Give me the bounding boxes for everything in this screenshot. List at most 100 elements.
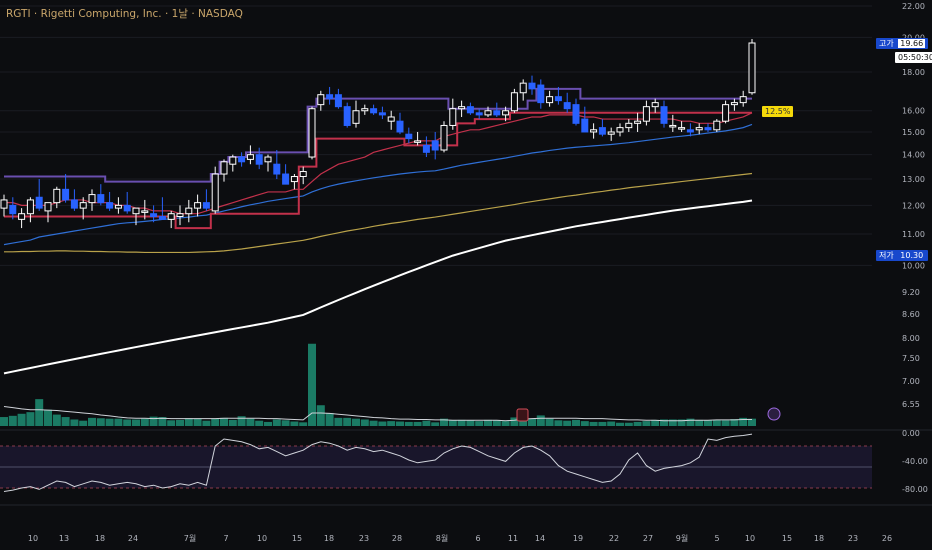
candle-body	[590, 129, 598, 133]
candle-body	[686, 129, 694, 133]
low-label: 저가	[879, 251, 894, 260]
volume-bar	[413, 421, 422, 426]
candlestick-chart[interactable]: 22.0020.0018.0016.0015.0014.0013.0012.00…	[0, 0, 932, 550]
volume-bar	[149, 416, 158, 426]
volume-bar	[642, 421, 651, 426]
candle-body	[114, 204, 122, 209]
high-value: 19.66	[898, 39, 926, 48]
candle-body	[616, 127, 624, 133]
price-tick-label: 8.00	[902, 334, 920, 343]
price-tick-label: 6.55	[902, 400, 920, 409]
volume-bar	[52, 414, 61, 426]
candle-body	[352, 110, 360, 124]
time-tick-label: 10	[257, 534, 267, 543]
candle-body	[167, 213, 175, 220]
candle-body	[748, 42, 756, 94]
volume-bar	[360, 419, 369, 426]
candle-body	[299, 171, 307, 178]
volume-bar	[598, 421, 607, 426]
candle-body	[598, 127, 606, 135]
time-tick-label: 22	[609, 534, 619, 543]
time-tick-label: 23	[359, 534, 369, 543]
volume-bar	[431, 422, 440, 426]
candle-body	[475, 112, 483, 116]
candle-body	[185, 207, 193, 215]
volume-bar	[352, 418, 360, 426]
time-tick-label: 6	[475, 534, 480, 543]
candle-body	[246, 154, 254, 160]
candle-body	[572, 104, 580, 124]
company-name: Rigetti Computing, Inc.	[40, 8, 162, 20]
volume-bar	[624, 422, 633, 426]
candle-body	[202, 202, 210, 209]
candle-body	[158, 216, 166, 220]
volume-bar	[704, 420, 712, 426]
high-label: 고가	[879, 39, 894, 48]
exchange-text: NASDAQ	[198, 8, 243, 20]
volume-bar	[202, 420, 211, 426]
candle-body	[669, 124, 677, 128]
candle-body	[361, 108, 369, 112]
volume-bar	[387, 421, 396, 426]
volume-bar	[114, 418, 123, 426]
pct-change-text: 12.5%	[765, 107, 791, 116]
volume-bar	[343, 417, 352, 426]
rsi-tick-label: -80.00	[902, 485, 928, 494]
volume-bar	[633, 421, 642, 426]
time-tick-label: 13	[59, 534, 69, 543]
volume-bar	[123, 419, 132, 426]
price-tick-label: 18.00	[902, 68, 925, 77]
candle-body	[282, 173, 290, 185]
time-tick-label: 19	[573, 534, 583, 543]
candle-body	[334, 94, 342, 108]
candle-body	[642, 106, 650, 122]
volume-bar	[176, 419, 184, 426]
candle-body	[678, 127, 686, 130]
candle-body	[62, 188, 70, 201]
candle-body	[255, 154, 263, 165]
volume-bar	[8, 415, 17, 426]
volume-bar	[132, 419, 140, 426]
candle-body	[238, 156, 246, 163]
candle-body	[660, 106, 668, 124]
time-tick-label: 10	[745, 534, 755, 543]
volume-bar	[316, 405, 325, 426]
pct-change-tag: 12.5%	[762, 106, 794, 117]
volume-bar	[61, 417, 70, 426]
candle-body	[211, 173, 219, 212]
candle-body	[150, 213, 158, 218]
candle-body	[519, 82, 527, 94]
time-tick-label: 24	[128, 534, 138, 543]
price-tick-label: 22.00	[902, 2, 925, 11]
volume-bar	[501, 421, 510, 426]
candle-body	[141, 210, 149, 213]
candle-body	[484, 110, 492, 116]
candle-body	[229, 156, 237, 165]
separator-1: ·	[30, 8, 41, 20]
volume-bar	[334, 417, 343, 426]
volume-bar	[466, 420, 475, 426]
time-tick-label: 7월	[184, 533, 196, 543]
candle-body	[343, 106, 351, 126]
candle-body	[546, 96, 554, 104]
price-tick-label: 9.20	[902, 288, 920, 297]
candle-body	[704, 127, 712, 131]
volume-bar	[563, 420, 572, 426]
time-tick-label: 28	[392, 534, 402, 543]
separator-2: ·	[161, 8, 172, 20]
candle-body	[625, 122, 633, 129]
candle-body	[378, 112, 386, 116]
candle-body	[554, 96, 562, 102]
candle-body	[651, 102, 659, 108]
volume-bar	[422, 420, 431, 426]
candle-body	[528, 82, 536, 90]
candle-body	[422, 144, 430, 153]
candle-body	[458, 106, 466, 110]
candle-body	[18, 213, 26, 220]
volume-bar	[88, 417, 96, 426]
volume-bar	[457, 419, 466, 426]
candle-body	[273, 163, 281, 175]
volume-bar	[184, 418, 193, 426]
symbol-text: RGTI	[6, 8, 31, 20]
candle-body	[581, 118, 589, 133]
